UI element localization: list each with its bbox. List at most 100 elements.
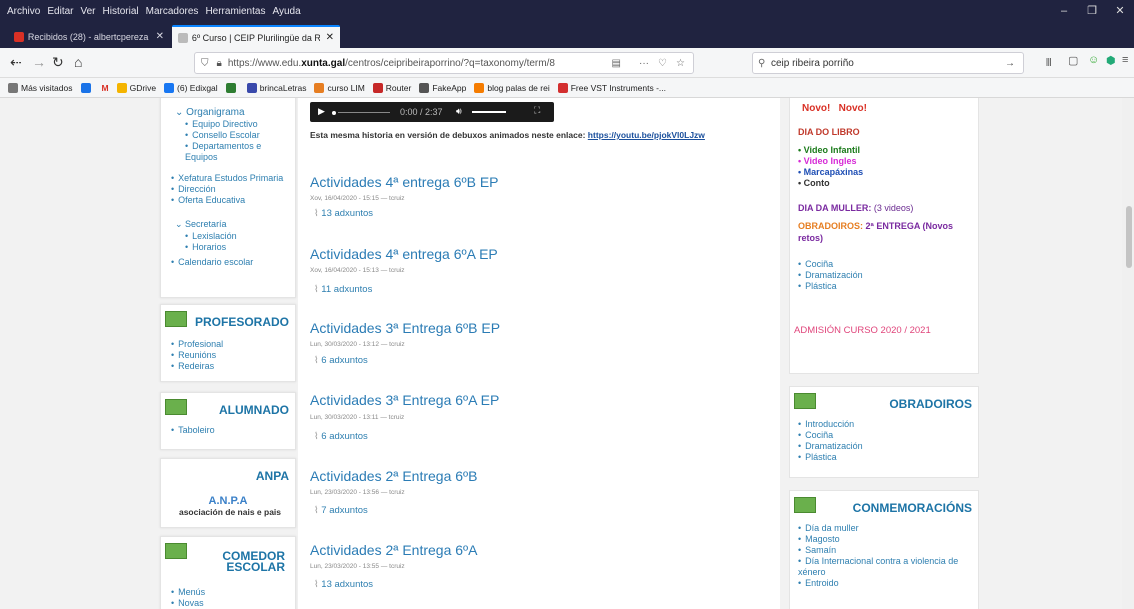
menu-hamburger-icon[interactable]: ≡	[1122, 54, 1128, 66]
sidebar-item-redeiras[interactable]: Redeiras	[171, 361, 223, 372]
bookmark-curso-lim[interactable]: curso LIM	[314, 82, 365, 93]
volume-icon[interactable]: 🔊︎	[456, 106, 462, 117]
video-ingles-link[interactable]: • Video Ingles	[798, 156, 863, 167]
close-tab-icon[interactable]: ✕	[156, 31, 164, 42]
bookmark-gdrive[interactable]: GDrive	[116, 82, 156, 93]
conmemoracion-item-violencia[interactable]: Día Internacional contra a violencia de …	[798, 556, 974, 578]
play-icon[interactable]: ▶	[318, 106, 325, 117]
back-icon[interactable]: ⇠	[10, 54, 22, 71]
sidebar-item-consello-escolar[interactable]: Consello Escolar	[185, 130, 293, 141]
entry-attachments[interactable]: ⌇ 7 adxuntos	[314, 505, 368, 516]
sidebar-item-novas[interactable]: Novas	[171, 598, 205, 609]
forward-icon[interactable]: →	[32, 54, 46, 70]
video-infantil-link[interactable]: • Video Infantil	[798, 145, 863, 156]
restore-button[interactable]: ❐	[1078, 0, 1106, 22]
sidebar-item-reunions[interactable]: Reunións	[171, 350, 223, 361]
close-window-button[interactable]: ✕	[1106, 0, 1134, 22]
page-scrollbar[interactable]	[1122, 98, 1134, 609]
obradoiros-item-dramatizacion[interactable]: Dramatización	[798, 441, 863, 452]
menu-herramientas[interactable]: Herramientas	[205, 6, 265, 17]
conmemoracion-item-muller[interactable]: Día da muller	[798, 523, 974, 534]
news-item-plastica[interactable]: Plástica	[798, 281, 863, 292]
conmemoracion-item-samain[interactable]: Samaín	[798, 545, 974, 556]
dia-libro-title[interactable]: DIA DO LIBRO	[798, 127, 860, 137]
news-item-cocina[interactable]: Cociña	[798, 259, 863, 270]
bookmark-mail[interactable]	[80, 82, 94, 93]
tab-gmail[interactable]: Recibidos (28) - albertcpereza ✕	[8, 25, 170, 48]
entry-attachments[interactable]: ⌇ 13 adxuntos	[314, 208, 373, 219]
search-bar[interactable]: ⚲ ceip ribeira porriño →	[752, 52, 1024, 74]
home-icon[interactable]: ⌂	[74, 54, 82, 70]
conto-link[interactable]: • Conto	[798, 178, 863, 189]
bookmark-gmail[interactable]: M	[102, 83, 109, 93]
bookmark-router[interactable]: Router	[372, 82, 411, 93]
bookmark-green[interactable]	[225, 82, 239, 93]
url-bar[interactable]: ⛉ 🔒︎ https://www.edu. xunta.gal/centros/c…	[194, 52, 694, 74]
shield-extension-icon[interactable]: ⬢	[1106, 54, 1116, 67]
news-item-dramatizacion[interactable]: Dramatización	[798, 270, 863, 281]
bookmark-edixgal[interactable]: (6) Edixgal	[164, 82, 218, 93]
audio-progress-knob[interactable]	[332, 111, 336, 115]
sidebar-item-xefatura[interactable]: Xefatura Estudos Primaria	[171, 173, 291, 184]
menu-archivo[interactable]: Archivo	[7, 6, 40, 17]
conmemoracion-item-magosto[interactable]: Magosto	[798, 534, 974, 545]
library-icon[interactable]: 𝍫	[1046, 54, 1052, 73]
sidebar-icon[interactable]: ▢	[1068, 54, 1078, 67]
more-options-icon[interactable]: ···	[639, 58, 649, 69]
tab-ceip[interactable]: 6º Curso | CEIP Plurilingüe da Ribei ✕	[172, 25, 340, 48]
sidebar-item-profesional[interactable]: Profesional	[171, 339, 223, 350]
admision-link[interactable]: ADMISIÓN CURSO 2020 / 2021	[794, 325, 931, 336]
scrollbar-thumb[interactable]	[1126, 206, 1132, 268]
obradoiros-item-plastica[interactable]: Plástica	[798, 452, 863, 463]
sidebar-item-direccion[interactable]: Dirección	[171, 184, 291, 195]
obradoiros-news-line[interactable]: OBRADOIROS: 2ª ENTREGA (Novos retos)	[798, 220, 974, 244]
fullscreen-icon[interactable]: ⛶	[534, 105, 540, 116]
volume-slider[interactable]	[472, 111, 506, 113]
menu-marcadores[interactable]: Marcadores	[146, 6, 199, 17]
menu-ayuda[interactable]: Ayuda	[272, 6, 300, 17]
dia-muller-line[interactable]: DIA DA MULLER: (3 videos)	[798, 203, 913, 213]
entry-attachments[interactable]: ⌇ 6 adxuntos	[314, 355, 368, 366]
sidebar-item-secretaria[interactable]: ⌄ Secretaría	[175, 219, 227, 230]
reader-view-icon[interactable]: ▤	[612, 58, 621, 69]
sidebar-item-organigrama[interactable]: ⌄ Organigrama	[175, 107, 245, 118]
entry-attachments[interactable]: ⌇ 11 adxuntos	[314, 284, 372, 295]
entry-title[interactable]: Actividades 3ª Entrega 6ºA EP	[310, 392, 499, 408]
bookmark-star-icon[interactable]: ☆	[676, 58, 685, 69]
conmemoracion-item-entroido[interactable]: Entroido	[798, 578, 974, 589]
search-go-icon[interactable]: →	[1005, 58, 1015, 69]
youtube-link[interactable]: https://youtu.be/pjokVl0LJzw	[588, 130, 705, 140]
sidebar-item-lexislacion[interactable]: Lexislación	[185, 231, 293, 242]
obradoiros-item-introduccion[interactable]: Introducción	[798, 419, 863, 430]
menu-historial[interactable]: Historial	[103, 6, 139, 17]
entry-attachments[interactable]: ⌇ 6 adxuntos	[314, 431, 368, 442]
entry-attachments[interactable]: ⌇ 13 adxuntos	[314, 579, 373, 590]
entry-title[interactable]: Actividades 2ª Entrega 6ºA	[310, 542, 478, 558]
audio-progress-track[interactable]	[338, 112, 390, 113]
bookmark-fakeapp[interactable]: FakeApp	[419, 82, 466, 93]
menu-ver[interactable]: Ver	[80, 6, 95, 17]
sidebar-item-oferta[interactable]: Oferta Educativa	[171, 195, 291, 206]
close-tab-icon[interactable]: ✕	[326, 32, 334, 43]
reload-icon[interactable]: ↻	[52, 54, 64, 71]
anpa-logo[interactable]: A.N.P.A	[173, 495, 283, 507]
obradoiros-item-cocina[interactable]: Cociña	[798, 430, 863, 441]
audio-player[interactable]: ▶ 0:00 / 2:37 🔊︎ ⛶	[310, 102, 554, 122]
entry-title[interactable]: Actividades 2ª Entrega 6ºB	[310, 468, 478, 484]
sidebar-item-taboleiro[interactable]: Taboleiro	[171, 425, 215, 436]
emoji-extension-icon[interactable]: ☺	[1088, 54, 1099, 66]
bookmark-mas-visitados[interactable]: Más visitados	[8, 82, 73, 93]
entry-title[interactable]: Actividades 3ª Entrega 6ºB EP	[310, 320, 500, 336]
sidebar-item-equipo-directivo[interactable]: Equipo Directivo	[185, 119, 293, 130]
bookmark-blog[interactable]: blog palas de rei	[474, 82, 550, 93]
marcapaxinas-link[interactable]: • Marcapáxinas	[798, 167, 863, 178]
sidebar-item-calendario[interactable]: Calendario escolar	[171, 257, 291, 268]
entry-title[interactable]: Actividades 4ª entrega 6ºA EP	[310, 246, 498, 262]
sidebar-item-menus[interactable]: Menús	[171, 587, 205, 598]
sidebar-item-horarios[interactable]: Horarios	[185, 242, 293, 253]
menu-editar[interactable]: Editar	[47, 6, 73, 17]
minimize-button[interactable]: –	[1050, 0, 1078, 22]
bookmark-brincaletras[interactable]: brincaLetras	[246, 82, 306, 93]
entry-title[interactable]: Actividades 4ª entrega 6ºB EP	[310, 174, 499, 190]
bookmark-vst[interactable]: Free VST Instruments -...	[557, 82, 666, 93]
